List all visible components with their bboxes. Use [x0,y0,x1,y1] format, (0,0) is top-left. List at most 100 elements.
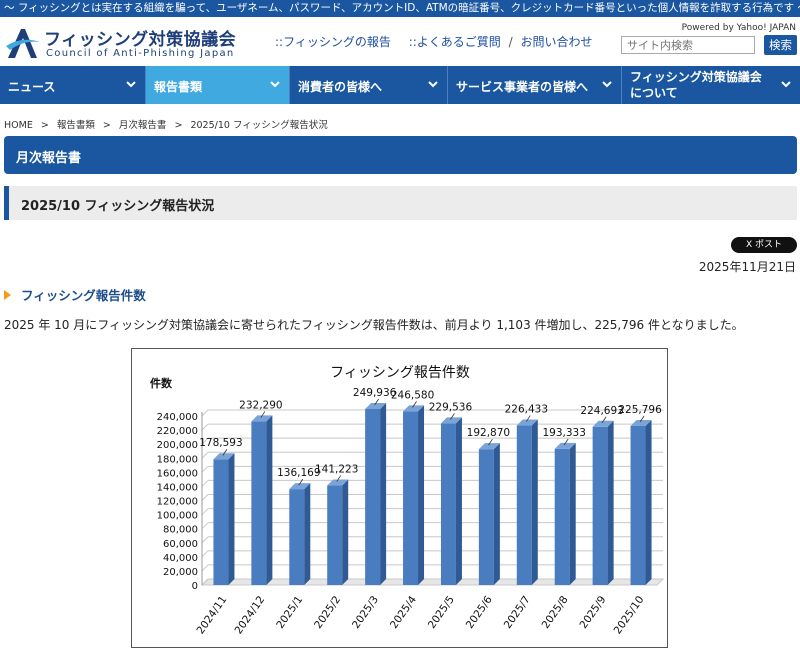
x-tick-label: 2025/9 [578,594,609,631]
breadcrumb-separator: > [174,120,183,131]
logo-title: フィッシング対策協議会 [44,30,237,50]
data-label: 224,693 [580,405,623,417]
gridline-depth [201,522,209,530]
breadcrumb: HOME > 報告書類 > 月次報告書 > 2025/10 フィッシング報告状況 [4,117,328,131]
logo-mark-icon [6,29,40,58]
section-heading: フィッシング報告件数 [4,285,146,304]
gridline-depth [201,494,209,501]
bar [213,459,229,585]
data-label: 193,333 [542,427,585,439]
y-tick-label: 200,000 [157,440,198,451]
bar-side [304,483,311,585]
lead-paragraph: 2025 年 10 月にフィッシング対策協議会に寄せられたフィッシング報告件数は… [4,318,744,332]
bar-side [228,453,235,585]
x-post-button[interactable]: X ポスト [731,237,797,253]
nav-item-news[interactable]: ニュース [0,66,146,104]
chevron-down-icon [126,81,136,88]
bar [630,426,646,585]
breadcrumb-separator: > [102,120,111,131]
x-tick-label: 2025/7 [502,594,533,631]
bar-side [380,403,387,585]
chevron-down-icon [428,81,438,88]
nav-item-label: フィッシング対策協議会 について [630,70,762,100]
data-label: 225,796 [618,404,662,416]
triangle-bullet-icon [4,290,11,300]
y-tick-label: 60,000 [163,539,198,550]
gridline-depth [201,550,209,558]
breadcrumb-home[interactable]: HOME [4,120,33,131]
breadcrumb-monthly[interactable]: 月次報告書 [119,120,167,131]
data-label: 229,536 [429,401,473,413]
data-label: 192,870 [467,427,510,439]
x-tick-label: 2024/12 [232,594,267,637]
bar-side [342,479,349,585]
data-label: 136,169 [277,467,320,479]
data-label: 178,593 [199,437,242,449]
report-count-chart: フィッシング報告件数 件数 0 20,000 40,000 60,000 80,000 1… [131,348,668,648]
header-links: ::フィッシングの報告 ::よくあるご質問 / お問い合わせ [275,33,607,50]
bar-side [418,405,425,585]
bar [365,409,381,585]
y-axis-title: 件数 [150,376,173,390]
gridline-depth [201,423,209,431]
link-separator: / [508,35,513,49]
site-logo[interactable]: フィッシング対策協議会 Council of Anti-Phishing Jap… [4,24,236,64]
section-heading-text: フィッシング報告件数 [21,288,146,303]
x-tick-label: 2025/2 [312,594,343,631]
nav-item-service-providers[interactable]: サービス事業者の皆様へ [448,66,622,104]
chevron-down-icon [270,81,280,88]
chart-title: フィッシング報告件数 [330,365,470,381]
nav-item-reports[interactable]: 報告書類 [146,66,290,104]
chevron-down-icon [602,81,612,88]
gridline-depth [201,508,209,515]
logo-subtitle: Council of Anti-Phishing Japan [46,48,235,59]
gridline-depth [201,536,209,544]
site-header: フィッシング対策協議会 Council of Anti-Phishing Jap… [0,17,800,65]
y-tick-label: 120,000 [157,497,198,508]
nav-item-label: 消費者の皆様へ [298,80,383,94]
bar [516,425,532,585]
nav-item-label: 報告書類 [154,80,203,94]
contact-link[interactable]: お問い合わせ [520,35,592,49]
y-tick-label: 20,000 [163,567,198,578]
bar [403,411,419,585]
bar [327,485,343,585]
data-label: 232,290 [239,399,282,411]
y-tick-label: 80,000 [163,525,198,536]
bar-side [493,443,500,585]
main-nav: ニュース 報告書類 消費者の皆様へ サービス事業者の皆様へ フィッシング対策協議… [0,66,800,104]
bar-side [455,417,462,585]
y-tick-label: 240,000 [157,412,198,423]
x-tick-label: 2025/10 [612,594,647,637]
bar [440,423,456,585]
breadcrumb-reports[interactable]: 報告書類 [57,120,95,131]
bar [251,421,267,585]
faq-link[interactable]: ::よくあるご質問 [409,35,501,49]
x-tick-label: 2024/11 [195,594,230,637]
gridline-depth [201,409,209,417]
y-tick-label: 160,000 [157,468,198,479]
data-label: 226,433 [505,404,548,416]
gridline-depth [201,564,209,572]
bar [289,489,305,585]
site-search-input[interactable] [621,36,755,54]
y-tick-label: 0 [192,581,198,592]
breadcrumb-separator: > [40,120,49,131]
data-label: 141,223 [315,464,358,476]
y-tick-label: 100,000 [157,511,198,522]
gridline-depth [201,465,209,473]
x-tick-label: 2025/4 [388,594,419,631]
y-tick-label: 220,000 [157,426,198,437]
search-button[interactable]: 検索 [764,35,797,55]
y-tick-label: 180,000 [157,454,198,465]
top-banner-text: 〜 フィッシングとは実在する組織を騙って、ユーザネーム、パスワード、アカウントI… [0,0,800,17]
bar-side [266,415,273,585]
bar-chart-svg: フィッシング報告件数 件数 0 20,000 40,000 60,000 80,000 1… [150,365,665,637]
article-title: 2025/10 フィッシング報告状況 [4,186,797,220]
report-phishing-link[interactable]: ::フィッシングの報告 [275,35,391,49]
page-title: 月次報告書 [4,136,797,174]
y-tick-label: 140,000 [157,482,198,493]
bar-side [569,442,576,585]
nav-item-consumers[interactable]: 消費者の皆様へ [290,66,448,104]
nav-item-about[interactable]: フィッシング対策協議会 について [622,66,800,104]
